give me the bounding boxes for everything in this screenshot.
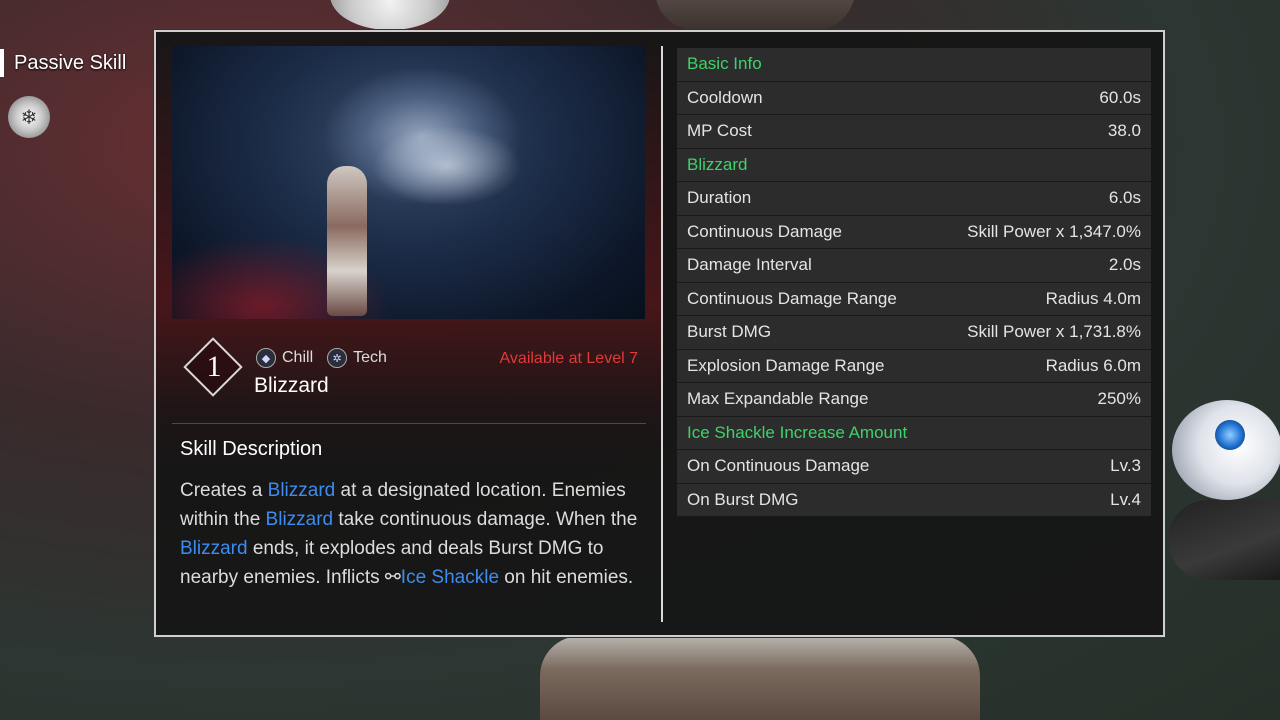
keyword-blizzard[interactable]: Blizzard (268, 480, 336, 501)
skill-name: Blizzard (254, 374, 329, 397)
tech-icon: ✲ (327, 348, 348, 368)
stat-row: Burst DMG Skill Power x 1,731.8% (677, 316, 1151, 350)
character-figure (327, 166, 367, 316)
tag-chill: ◆ Chill (256, 348, 313, 368)
stat-row: Duration 6.0s (677, 182, 1151, 216)
ice-shackle-icon: ⚯ (384, 567, 401, 588)
stat-row: Damage Interval 2.0s (677, 249, 1151, 283)
section-basic-info: Basic Info (677, 48, 1151, 82)
background-character-belt (540, 636, 980, 720)
description-title: Skill Description (180, 438, 323, 460)
stat-row: Continuous Damage Skill Power x 1,347.0% (677, 215, 1151, 249)
background-robot-eye (1215, 420, 1245, 450)
skill-slot-number: 1 (206, 350, 222, 383)
column-divider (661, 46, 663, 622)
snowflake-skill-icon[interactable]: ❄ (8, 96, 50, 138)
section-blizzard: Blizzard (677, 148, 1151, 182)
skill-stats-table: Basic Info Cooldown 60.0s MP Cost 38.0 Bli… (677, 48, 1151, 517)
tag-tech: ✲ Tech (327, 348, 387, 368)
stat-row: Continuous Damage Range Radius 4.0m (677, 282, 1151, 316)
side-tab-indicator (0, 49, 4, 77)
keyword-blizzard[interactable]: Blizzard (266, 509, 334, 530)
chill-icon: ◆ (256, 348, 276, 368)
side-tab-label: Passive Skill (14, 51, 127, 74)
stat-row: On Continuous Damage Lv.3 (677, 450, 1151, 484)
stat-row: Cooldown 60.0s (677, 81, 1151, 115)
divider (172, 423, 646, 424)
skill-tags: ◆ Chill ✲ Tech (256, 348, 387, 368)
background-robot-companion (1172, 400, 1280, 500)
stat-row: Max Expandable Range 250% (677, 383, 1151, 417)
tag-label: Tech (353, 349, 387, 366)
availability-notice: Available at Level 7 (499, 350, 638, 367)
skill-preview-video (172, 46, 645, 319)
tag-label: Chill (282, 349, 314, 366)
background-character-hair (655, 0, 855, 30)
stat-row: On Burst DMG Lv.4 (677, 483, 1151, 517)
keyword-blizzard[interactable]: Blizzard (180, 538, 248, 559)
stat-row: MP Cost 38.0 (677, 115, 1151, 149)
background-arm (1168, 500, 1280, 580)
skill-detail-panel: 1 ◆ Chill ✲ Tech Blizzard Available at L… (154, 30, 1165, 637)
background-robot-top (330, 0, 450, 30)
side-tab-passive-skill[interactable]: Passive Skill (0, 46, 126, 80)
skill-description: Creates a Blizzard at a designated locat… (180, 480, 638, 588)
stat-row: Explosion Damage Range Radius 6.0m (677, 349, 1151, 383)
skill-header: 1 ◆ Chill ✲ Tech Blizzard Available at L… (183, 337, 646, 404)
section-ice-shackle: Ice Shackle Increase Amount (677, 416, 1151, 450)
keyword-ice-shackle[interactable]: Ice Shackle (401, 567, 499, 588)
